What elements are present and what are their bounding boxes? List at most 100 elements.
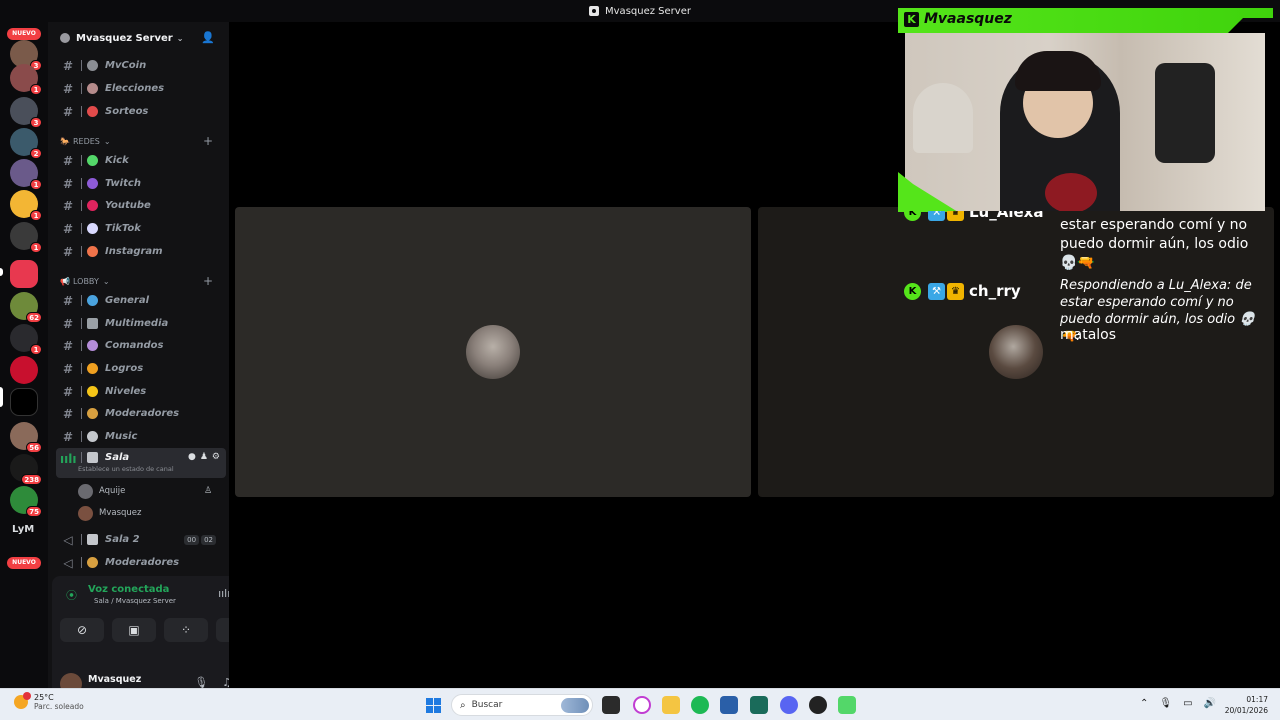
weather-desc: Parc. soleado [34, 702, 84, 711]
add-channel-icon[interactable]: + [203, 134, 213, 148]
terminal-icon[interactable] [750, 696, 768, 714]
add-member-icon[interactable]: 👤 [201, 31, 215, 45]
server-icon[interactable]: 75 [10, 486, 42, 517]
add-channel-icon[interactable]: + [203, 274, 213, 288]
obs-icon[interactable] [809, 696, 827, 714]
voice-channel-sala[interactable]: ıılı Sala Establece un estado de canal ● … [56, 448, 226, 478]
mention-badge: 1 [30, 210, 42, 221]
server-icon[interactable]: 1 [10, 222, 42, 253]
server-icon[interactable]: 1 [10, 159, 42, 190]
channel-kick[interactable]: # Kick [56, 150, 226, 171]
channel-emoji-icon [87, 340, 98, 351]
clock-date: 20/01/2026 [1224, 706, 1268, 715]
channel-niveles[interactable]: # Niveles [56, 381, 226, 402]
chat-bubble-icon[interactable]: ● [188, 452, 196, 462]
store-icon[interactable] [720, 696, 738, 714]
camera-off-button[interactable]: ⊘ [60, 618, 104, 642]
server-icon[interactable]: 62 [10, 292, 42, 323]
search-placeholder: Buscar [471, 700, 503, 710]
file-explorer-icon[interactable] [662, 696, 680, 714]
server-icon[interactable]: 3 [10, 97, 42, 128]
task-view-icon[interactable] [602, 696, 620, 714]
display-icon[interactable]: ▭ [1183, 698, 1192, 709]
signal-icon[interactable]: ⦿ [66, 587, 77, 603]
server-icon-lym[interactable]: LyM [12, 524, 34, 535]
channel-moderadores[interactable]: # Moderadores [56, 403, 226, 424]
playstation-icon: ♙ [204, 486, 213, 496]
gear-icon[interactable]: ⚙ [212, 452, 220, 462]
opera-icon[interactable] [633, 696, 651, 714]
discord-icon[interactable] [780, 696, 798, 714]
server-icon[interactable] [10, 356, 38, 384]
taskbar-search[interactable]: ⌕ Buscar [451, 694, 593, 716]
voice-user[interactable]: Aquije ♙ [78, 482, 212, 500]
server-icon[interactable]: 2 [10, 128, 42, 159]
participant-tile[interactable] [235, 207, 751, 497]
channel-status-hint[interactable]: Establece un estado de canal [78, 465, 174, 473]
channel-multimedia[interactable]: # Multimedia [56, 313, 226, 334]
server-icon[interactable]: 238 [10, 454, 42, 485]
channel-youtube[interactable]: # Youtube [56, 195, 226, 216]
webcam-overlay: K Mvaasquez [898, 8, 1273, 211]
channel-logros[interactable]: # Logros [56, 358, 226, 379]
voice-channel-sala-2[interactable]: ◁ Sala 2 00 02 [56, 529, 226, 550]
crown-badge-icon: ♛ [947, 282, 964, 300]
channel-mvcoin[interactable]: # MvCoin [56, 55, 226, 76]
chevron-up-icon[interactable]: ⌃ [1140, 698, 1148, 709]
microphone-icon[interactable]: 🎙 [1159, 698, 1172, 709]
chat-text: matalos [1060, 327, 1117, 343]
category-redes[interactable]: 🐎 REDES ⌄ + [60, 134, 225, 148]
spotify-icon[interactable] [691, 696, 709, 714]
headphones-icon [87, 431, 98, 442]
server-icon[interactable]: 1 [10, 64, 42, 95]
mention-badge: 2 [30, 148, 42, 159]
server-header[interactable]: Mvasquez Server ⌄ 👤 [48, 22, 229, 54]
channel-sorteos[interactable]: # Sorteos [56, 101, 226, 122]
server-icon-current[interactable] [10, 388, 38, 416]
channel-twitch[interactable]: # Twitch [56, 173, 226, 194]
channel-emoji-icon [87, 295, 98, 306]
system-tray: ⌃ 🎙 ▭ 🔊 [1140, 698, 1216, 709]
channel-music[interactable]: # Music [56, 426, 226, 447]
chat-username: ch_rry [969, 282, 1021, 300]
start-button[interactable] [426, 698, 441, 713]
speaker-icon[interactable]: 🔊 [1204, 698, 1216, 709]
hash-icon: # [62, 153, 74, 168]
avatar [466, 325, 520, 379]
taskbar-clock[interactable]: 01:17 20/01/2026 [1225, 694, 1268, 716]
channel-name: General [105, 295, 149, 306]
server-icon[interactable]: 56 [10, 422, 42, 453]
search-icon: ⌕ [460, 699, 466, 711]
hash-icon: # [62, 58, 74, 73]
screen: Mvasquez Server NUEVO 3 1 3 2 1 1 1 62 1… [0, 0, 1280, 720]
voice-location[interactable]: Sala / Mvasquez Server [94, 597, 176, 605]
screen-share-button[interactable]: ▣ [112, 618, 156, 642]
activities-button[interactable]: ⁘ [164, 618, 208, 642]
category-emoji-icon: 🐎 [60, 136, 70, 146]
voice-user[interactable]: Mvasquez [78, 504, 141, 522]
moderator-badge-icon: ⚒ [928, 282, 945, 300]
voice-channel-moderadores[interactable]: ◁ Moderadores [56, 552, 226, 573]
avatar [78, 505, 93, 521]
voice-status[interactable]: Voz conectada [88, 584, 169, 595]
server-icon[interactable]: 1 [10, 190, 42, 221]
category-lobby[interactable]: 📢 LOBBY ⌄ + [60, 274, 225, 288]
avatar [78, 483, 93, 499]
channel-comandos[interactable]: # Comandos [56, 335, 226, 356]
add-member-icon[interactable]: ♟ [200, 452, 208, 462]
channel-general[interactable]: # General [56, 290, 226, 311]
channel-name: Logros [105, 363, 144, 374]
channel-instagram[interactable]: # Instagram [56, 241, 226, 262]
mention-badge: 1 [30, 344, 42, 355]
server-icon[interactable] [10, 260, 38, 288]
channel-tiktok[interactable]: # TikTok [56, 218, 226, 239]
weather-widget[interactable]: 25°C Parc. soleado [14, 692, 84, 711]
hash-icon: # [62, 104, 74, 119]
chat-overlay: K ⚒ ♛ Lu_Alexa estar esperando comí y no… [900, 200, 1272, 360]
channel-elecciones[interactable]: # Elecciones [56, 78, 226, 99]
discord-logo-icon [589, 6, 600, 16]
kick-app-icon[interactable] [838, 696, 856, 714]
kick-icon: K [904, 282, 921, 300]
server-icon[interactable]: 1 [10, 324, 42, 355]
user-name[interactable]: Mvasquez [88, 674, 141, 685]
